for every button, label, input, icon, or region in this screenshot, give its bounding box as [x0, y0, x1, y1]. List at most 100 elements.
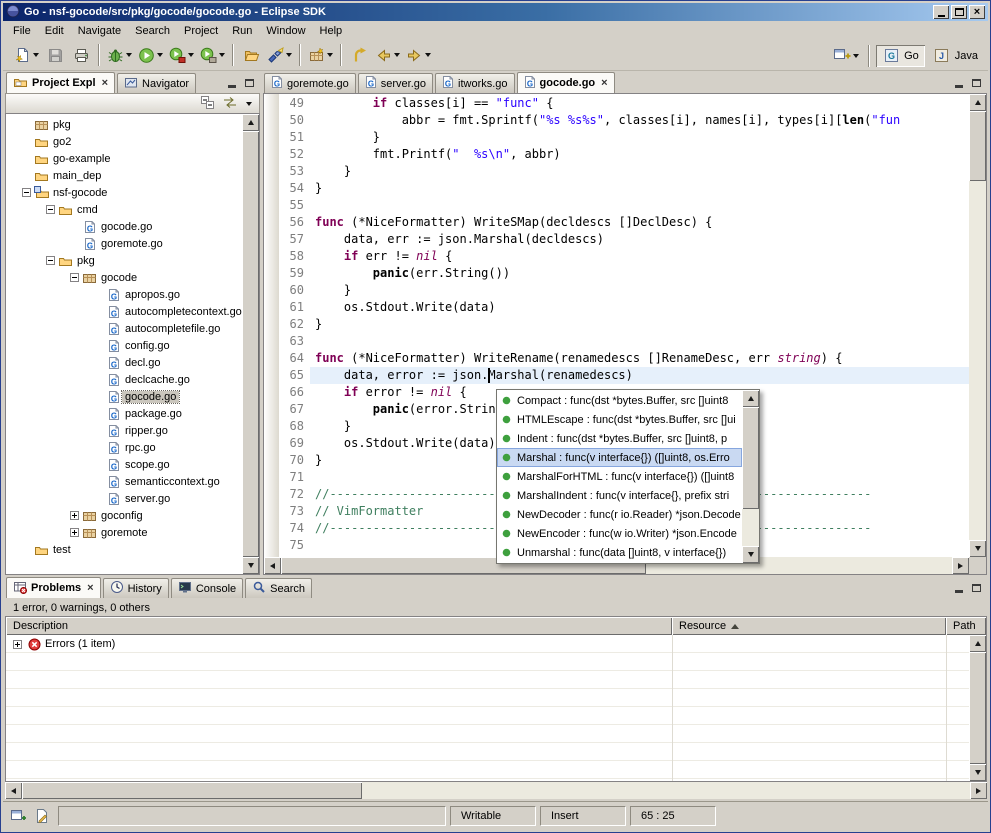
scroll-up-icon[interactable]	[742, 390, 759, 407]
run-last-button[interactable]	[167, 43, 196, 67]
code-line-51[interactable]: }	[310, 129, 969, 146]
tree-item-cmd[interactable]: cmd	[6, 201, 242, 218]
dropdown-arrow-icon[interactable]	[851, 44, 860, 68]
go-perspective-button[interactable]: GGo	[876, 45, 925, 67]
code-line-50[interactable]: abbr = fmt.Sprintf("%s %s%s", classes[i]…	[310, 112, 969, 129]
tree-item-pkg[interactable]: pkg	[6, 116, 242, 133]
completion-item[interactable]: MarshalForHTML : func(v interface{}) ([]…	[497, 467, 742, 486]
code-line-56[interactable]: func (*NiceFormatter) WriteSMap(decldesc…	[310, 214, 969, 231]
tree-item-nsf-gocode[interactable]: nsf-gocode	[6, 184, 242, 201]
completion-item[interactable]: Compact : func(dst *bytes.Buffer, src []…	[497, 391, 742, 410]
code-line-63[interactable]	[310, 333, 969, 350]
scroll-left-icon[interactable]	[264, 557, 281, 574]
menu-navigate[interactable]: Navigate	[71, 23, 128, 39]
dropdown-arrow-icon[interactable]	[423, 43, 432, 67]
column-header-path[interactable]: Path	[946, 617, 986, 635]
new-package-button[interactable]	[306, 43, 335, 67]
maximize-view-icon[interactable]	[969, 75, 984, 90]
tree-item-autocompletecontext-go[interactable]: Gautocompletecontext.go	[6, 303, 242, 320]
tree-item-scope-go[interactable]: Gscope.go	[6, 456, 242, 473]
tab-console[interactable]: Console	[171, 578, 243, 598]
completion-item[interactable]: HTMLEscape : func(dst *bytes.Buffer, src…	[497, 410, 742, 429]
tree-item-goconfig[interactable]: goconfig	[6, 507, 242, 524]
menu-file[interactable]: File	[6, 23, 38, 39]
link-with-editor-icon[interactable]	[222, 95, 238, 113]
minimize-view-icon[interactable]	[951, 75, 966, 90]
menu-run[interactable]: Run	[225, 23, 259, 39]
expand-icon[interactable]	[68, 511, 81, 520]
code-line-57[interactable]: data, err := json.Marshal(decldescs)	[310, 231, 969, 248]
scrollbar-thumb[interactable]	[742, 407, 759, 509]
completion-item[interactable]: Indent : func(dst *bytes.Buffer, src []u…	[497, 429, 742, 448]
code-line-49[interactable]: if classes[i] == "func" {	[310, 95, 969, 112]
code-line-55[interactable]	[310, 197, 969, 214]
menu-project[interactable]: Project	[177, 23, 225, 39]
scrollbar-thumb[interactable]	[969, 652, 986, 764]
tab-server-go[interactable]: Gserver.go	[358, 73, 433, 93]
tree-item-decl-go[interactable]: Gdecl.go	[6, 354, 242, 371]
code-line-65[interactable]: data, error := json.Marshal(renamedescs)	[310, 367, 969, 384]
completion-item[interactable]: Unmarshal : func(data []uint8, v interfa…	[497, 543, 742, 562]
dropdown-arrow-icon[interactable]	[186, 43, 195, 67]
code-line-58[interactable]: if err != nil {	[310, 248, 969, 265]
completion-list[interactable]: Compact : func(dst *bytes.Buffer, src []…	[497, 391, 742, 563]
scrollbar-thumb[interactable]	[22, 782, 362, 799]
tree-item-rpc-go[interactable]: Grpc.go	[6, 439, 242, 456]
maximize-view-icon[interactable]	[969, 580, 984, 595]
collapse-icon[interactable]	[44, 205, 57, 214]
tree-item-package-go[interactable]: Gpackage.go	[6, 405, 242, 422]
dropdown-arrow-icon[interactable]	[325, 43, 334, 67]
tree-item-go2[interactable]: go2	[6, 133, 242, 150]
code-line-53[interactable]: }	[310, 163, 969, 180]
scrollbar-thumb[interactable]	[969, 111, 986, 181]
collapse-icon[interactable]	[20, 188, 33, 197]
scroll-left-icon[interactable]	[5, 782, 22, 799]
collapse-icon[interactable]	[68, 273, 81, 282]
tree-item-server-go[interactable]: Gserver.go	[6, 490, 242, 507]
forward-button[interactable]	[404, 43, 433, 67]
tab-navigator[interactable]: Navigator	[117, 73, 196, 93]
tree-item-ripper-go[interactable]: Gripper.go	[6, 422, 242, 439]
tab-goremote-go[interactable]: Ggoremote.go	[264, 73, 356, 93]
tab-project-expl[interactable]: Project Expl×	[6, 72, 115, 93]
dropdown-arrow-icon[interactable]	[31, 43, 40, 67]
tree-item-gocode[interactable]: gocode	[6, 269, 242, 286]
editor-vertical-scrollbar[interactable]	[969, 94, 986, 557]
completion-item[interactable]: Marshal : func(v interface{}) ([]uint8, …	[497, 448, 742, 467]
minimize-view-icon[interactable]	[951, 580, 966, 595]
tree-item-goremote-go[interactable]: Ggoremote.go	[6, 235, 242, 252]
scroll-down-icon[interactable]	[242, 557, 259, 574]
expand-icon[interactable]	[68, 528, 81, 537]
tree-item-main-dep[interactable]: main_dep	[6, 167, 242, 184]
completion-item[interactable]: MarshalIndent : func(v interface{}, pref…	[497, 486, 742, 505]
minimize-button[interactable]	[933, 5, 949, 19]
close-icon[interactable]: ×	[601, 77, 607, 89]
completion-item[interactable]: NewDecoder : func(r io.Reader) *json.Dec…	[497, 505, 742, 524]
code-line-61[interactable]: os.Stdout.Write(data)	[310, 299, 969, 316]
tree-item-pkg[interactable]: pkg	[6, 252, 242, 269]
back-button[interactable]	[373, 43, 402, 67]
tree-item-test[interactable]: test	[6, 541, 242, 558]
tab-history[interactable]: History	[103, 578, 169, 598]
menu-edit[interactable]: Edit	[38, 23, 71, 39]
dropdown-arrow-icon[interactable]	[124, 43, 133, 67]
maximize-button[interactable]	[951, 5, 967, 19]
dropdown-arrow-icon[interactable]	[217, 43, 226, 67]
open-perspective-button[interactable]	[832, 44, 861, 68]
explorer-vertical-scrollbar[interactable]	[242, 114, 259, 574]
menu-search[interactable]: Search	[128, 23, 177, 39]
tree-item-autocompletefile-go[interactable]: Gautocompletefile.go	[6, 320, 242, 337]
scroll-right-icon[interactable]	[970, 782, 987, 799]
title-bar[interactable]: Go - nsf-gocode/src/pkg/gocode/gocode.go…	[3, 3, 988, 21]
popup-vertical-scrollbar[interactable]	[742, 390, 759, 563]
scroll-up-icon[interactable]	[969, 94, 986, 111]
code-line-54[interactable]: }	[310, 180, 969, 197]
column-header-resource[interactable]: Resource	[672, 617, 946, 635]
completion-item[interactable]: NewEncoder : func(w io.Writer) *json.Enc…	[497, 524, 742, 543]
debug-button[interactable]	[105, 43, 134, 67]
tree-item-declcache-go[interactable]: Gdeclcache.go	[6, 371, 242, 388]
menu-window[interactable]: Window	[259, 23, 312, 39]
maximize-view-icon[interactable]	[242, 75, 257, 90]
code-line-60[interactable]: }	[310, 282, 969, 299]
tree-item-goremote[interactable]: goremote	[6, 524, 242, 541]
